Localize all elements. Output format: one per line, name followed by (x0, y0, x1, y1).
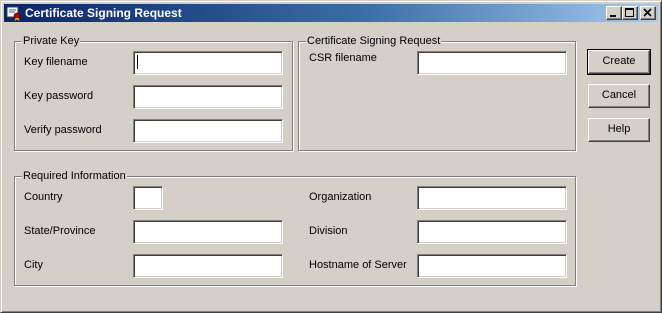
state-province-label: State/Province (24, 225, 96, 237)
key-filename-input[interactable] (133, 51, 283, 75)
verify-password-input[interactable] (133, 119, 283, 143)
dialog-window: Certificate Signing Request Private Key … (0, 0, 662, 313)
division-input[interactable] (417, 220, 567, 244)
division-label: Division (309, 225, 348, 237)
city-label: City (24, 259, 43, 271)
close-icon (643, 8, 652, 17)
key-password-label: Key password (24, 90, 94, 102)
required-info-group-title: Required Information (22, 170, 127, 182)
organization-label: Organization (309, 191, 372, 203)
country-input[interactable] (133, 186, 163, 210)
close-button[interactable] (640, 6, 656, 20)
csr-group-title: Certificate Signing Request (306, 35, 442, 47)
cancel-button[interactable]: Cancel (588, 84, 650, 108)
hostname-label: Hostname of Server (309, 259, 407, 271)
title-bar[interactable]: Certificate Signing Request (4, 4, 658, 22)
text-caret (137, 55, 138, 69)
maximize-icon (625, 8, 634, 17)
minimize-button[interactable] (606, 6, 622, 20)
city-input[interactable] (133, 254, 283, 278)
verify-password-label: Verify password (24, 124, 102, 136)
state-province-input[interactable] (133, 220, 283, 244)
hostname-input[interactable] (417, 254, 567, 278)
csr-filename-label: CSR filename (309, 52, 377, 64)
csr-filename-input[interactable] (417, 51, 567, 75)
country-label: Country (24, 191, 63, 203)
organization-input[interactable] (417, 186, 567, 210)
private-key-group-title: Private Key (22, 35, 81, 47)
key-password-input[interactable] (133, 85, 283, 109)
minimize-icon (610, 15, 616, 17)
help-button[interactable]: Help (588, 118, 650, 142)
create-button[interactable]: Create (587, 49, 651, 75)
window-title: Certificate Signing Request (25, 6, 182, 20)
key-filename-label: Key filename (24, 56, 88, 68)
maximize-button[interactable] (622, 6, 638, 20)
certificate-app-icon (6, 5, 22, 21)
